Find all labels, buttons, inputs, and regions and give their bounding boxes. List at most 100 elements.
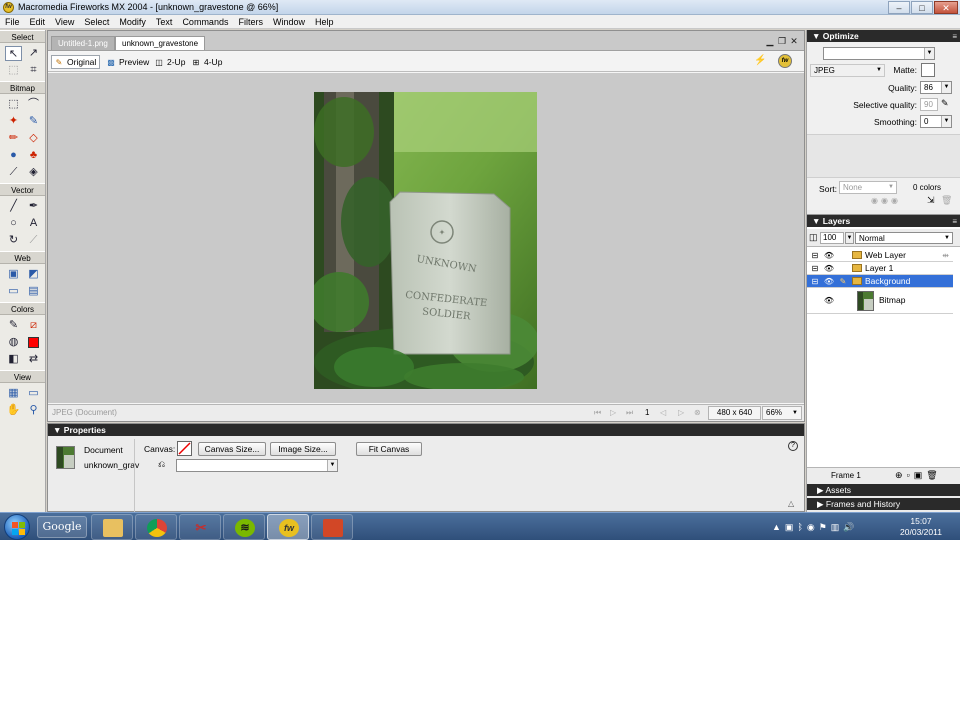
frames-history-panel-header[interactable]: ▶ Frames and History (807, 498, 960, 510)
expand-icon[interactable]: ⊟ (809, 249, 821, 262)
sort-select[interactable]: None ▼ (839, 181, 897, 194)
freeform-tool-icon[interactable]: ↻ (5, 233, 22, 248)
layer-row-layer-1[interactable]: ⊟ 👁 Layer 1 (807, 262, 953, 275)
knife-tool-icon[interactable]: ⟋ (25, 233, 42, 248)
doc-restore-icon[interactable]: ❐ (776, 36, 788, 47)
taskbar-clock[interactable]: 15:07 20/03/2011 (893, 516, 949, 538)
menu-select[interactable]: Select (79, 15, 114, 28)
layers-header[interactable]: ▼ Layers ≡ (807, 215, 960, 227)
4-up-view-button[interactable]: ⊞ 4-Up (189, 55, 225, 69)
eye-icon[interactable]: 👁 (823, 294, 835, 307)
assets-panel-header[interactable]: ▶ Assets (807, 484, 960, 496)
taskbar-chrome[interactable] (135, 514, 177, 540)
eye-icon[interactable]: 👁 (823, 262, 835, 275)
show-hidden-icons-icon[interactable]: ▲ (772, 518, 781, 536)
zoom-tool-icon[interactable]: ⚲ (25, 403, 42, 418)
original-view-button[interactable]: ✎ Original (51, 55, 101, 69)
expand-icon[interactable]: ⊟ (809, 275, 821, 288)
crop-tool-icon[interactable]: ⌗ (25, 63, 42, 78)
taskbar-powerpoint[interactable] (311, 514, 353, 540)
tab-untitled[interactable]: Untitled-1.png (51, 36, 115, 50)
ellipse-tool-icon[interactable]: ○ (5, 216, 22, 231)
share-layer-icon[interactable]: ⇹ (942, 249, 949, 262)
doc-close-icon[interactable]: ✕ (788, 36, 800, 47)
doc-minimize-icon[interactable]: ▁ (764, 36, 776, 47)
stop-icon[interactable]: ⊗ (694, 408, 701, 417)
stroke-none-swatch-icon[interactable]: ⧄ (25, 318, 42, 333)
taskbar-fireworks[interactable]: fw (267, 514, 309, 540)
play-icon[interactable]: ▷ (610, 408, 616, 417)
menu-window[interactable]: Window (268, 15, 310, 28)
last-frame-icon[interactable]: ⏭ (626, 408, 633, 418)
eye-icon[interactable]: 👁 (823, 275, 835, 288)
document-file-name[interactable]: unknown_grav (84, 460, 139, 470)
brush-tool-icon[interactable]: ✎ (25, 114, 42, 129)
blur-tool-icon[interactable]: ● (5, 148, 22, 163)
subselection-tool-icon[interactable]: ↗ (25, 46, 42, 61)
menu-commands[interactable]: Commands (177, 15, 233, 28)
hide-slices-icon[interactable]: ▭ (5, 284, 22, 299)
menu-text[interactable]: Text (151, 15, 178, 28)
first-frame-icon[interactable]: ⏮ (594, 408, 601, 418)
volume-icon[interactable]: 🔊 (843, 518, 854, 536)
marquee-tool-icon[interactable]: ⬚ (5, 97, 22, 112)
export-format-select[interactable]: JPEG ▼ (810, 64, 885, 77)
canvas-preset-select[interactable]: ▼ (176, 459, 338, 472)
taskbar-snipping-tool[interactable]: ✂ (179, 514, 221, 540)
pen-tool-icon[interactable]: ✒ (25, 199, 42, 214)
layer-row-web-layer[interactable]: ⊟ 👁 Web Layer ⇹ (807, 249, 953, 262)
rubber-stamp-tool-icon[interactable]: ♣ (25, 148, 42, 163)
standard-screen-icon[interactable]: ▦ (5, 386, 22, 401)
layer-actions-icons[interactable]: ⊕▫▣🗑 (895, 470, 942, 481)
image-size-button[interactable]: Image Size... (270, 442, 336, 456)
fit-canvas-button[interactable]: Fit Canvas (356, 442, 422, 456)
layer-row-bitmap[interactable]: 👁 Bitmap (807, 288, 953, 314)
stroke-color-icon[interactable]: ✎ (5, 318, 22, 333)
hand-tool-icon[interactable]: ✋ (5, 403, 22, 418)
canvas-color-swatch[interactable] (177, 441, 192, 456)
paint-bucket-tool-icon[interactable]: ◈ (25, 165, 42, 180)
2-up-view-button[interactable]: ◫ 2-Up (152, 55, 188, 69)
tray-app-icon[interactable]: ▣ (785, 518, 794, 536)
eyedropper-tool-icon[interactable]: ⟋ (5, 165, 22, 180)
start-button[interactable] (4, 514, 30, 540)
pencil-tool-icon[interactable]: ✏ (5, 131, 22, 146)
matte-swatch[interactable] (921, 63, 935, 77)
selective-quality-input[interactable]: 90 (920, 98, 938, 111)
previous-frame-icon[interactable]: ◁ (660, 408, 666, 417)
optimize-header[interactable]: ▼ Optimize ≡ (807, 30, 960, 42)
optimize-settings-select[interactable]: ▼ (823, 47, 935, 60)
scale-tool-icon[interactable]: ⬚ (5, 63, 22, 78)
blend-mode-select[interactable]: Normal ▼ (855, 232, 953, 244)
preview-view-button[interactable]: ▩ Preview (104, 55, 152, 69)
tray-app-icon-2[interactable]: ◉ (807, 518, 815, 536)
panel-menu-icon[interactable]: ≡ (952, 216, 957, 228)
quality-input[interactable]: 86 ▼ (920, 81, 952, 94)
bluetooth-icon[interactable]: ᛒ (797, 518, 802, 536)
menu-modify[interactable]: Modify (114, 15, 151, 28)
expand-icon[interactable]: ⊟ (809, 262, 821, 275)
layer-opacity-input[interactable]: 100 (820, 232, 844, 244)
close-button[interactable]: ✕ (934, 1, 958, 14)
network-icon[interactable]: ▥ (831, 518, 840, 536)
full-screen-menus-icon[interactable]: ▭ (25, 386, 42, 401)
pointer-tool-icon[interactable]: ↖ (5, 46, 22, 61)
magic-wand-tool-icon[interactable]: ✦ (5, 114, 22, 129)
zoom-level-select[interactable]: 66% ▼ (762, 406, 802, 420)
panel-menu-icon[interactable]: ≡ (952, 31, 957, 43)
palette-edit-icons[interactable]: ◉◉◉ (871, 196, 901, 205)
canvas-area[interactable]: ✦ UNKNOWN CONFEDERATE SOLDIER (48, 73, 804, 403)
text-tool-icon[interactable]: A (25, 216, 42, 231)
edit-selective-quality-icon[interactable]: ✎ (941, 98, 949, 109)
taskbar-spotify[interactable]: ≋ (223, 514, 265, 540)
default-colors-icon[interactable]: ◧ (5, 352, 22, 367)
eye-icon[interactable]: 👁 (823, 249, 835, 262)
tab-unknown-gravestone[interactable]: unknown_gravestone (115, 36, 206, 50)
canvas-size-readout[interactable]: 480 x 640 (708, 406, 761, 420)
line-tool-icon[interactable]: ╱ (5, 199, 22, 214)
slice-tool-icon[interactable]: ◩ (25, 267, 42, 282)
fill-red-swatch-icon[interactable] (25, 335, 42, 350)
help-icon[interactable]: ? (788, 441, 798, 451)
palette-trash-icon[interactable]: 🗑 (941, 195, 952, 206)
smoothing-select[interactable]: 0 ▼ (920, 115, 952, 128)
